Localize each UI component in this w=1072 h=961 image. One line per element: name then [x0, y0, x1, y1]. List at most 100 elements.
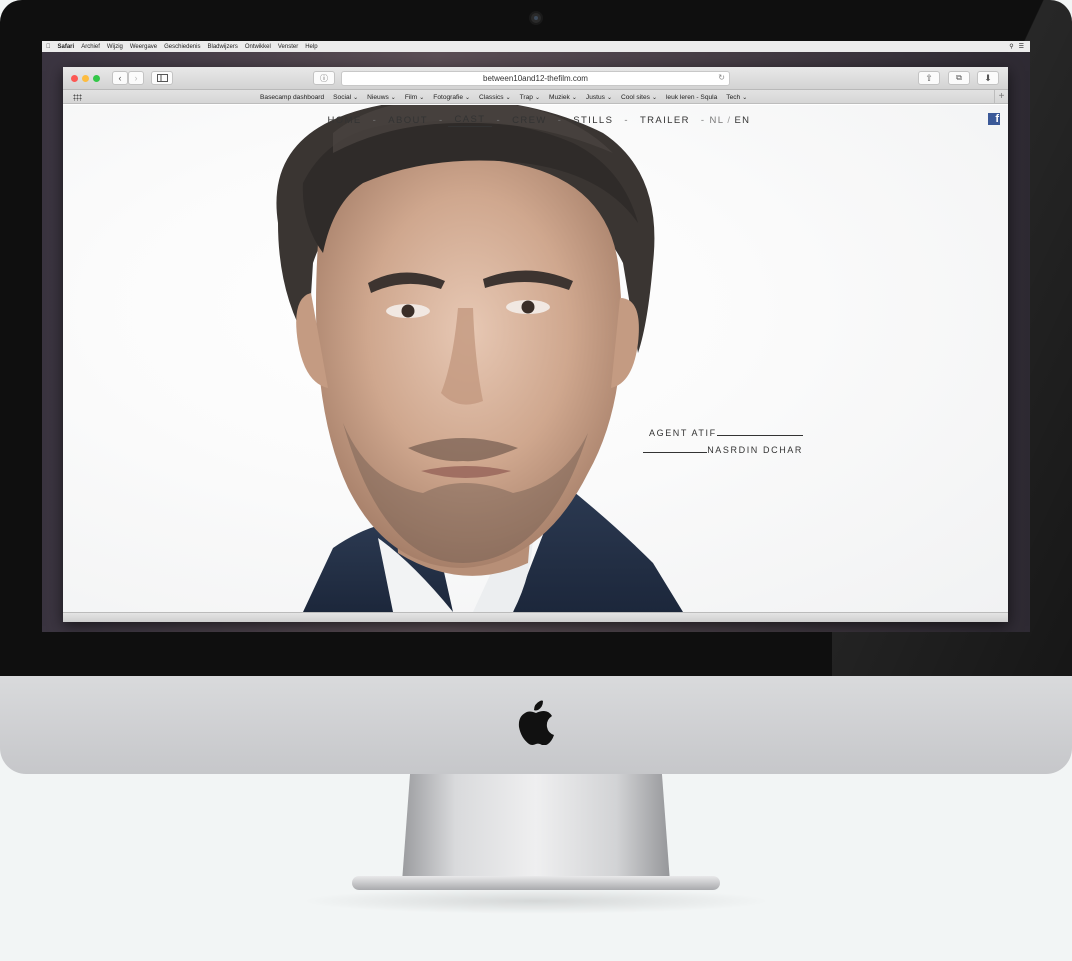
menu-weergave[interactable]: Weergave — [130, 44, 157, 50]
chevron-down-icon: ⌄ — [571, 94, 577, 101]
caption-actor-row: NASRDIN DCHAR — [643, 438, 803, 455]
nav-about[interactable]: ABOUT — [381, 115, 435, 126]
bookmark-item[interactable]: Tech ⌄ — [726, 94, 747, 101]
bookmark-item[interactable]: Nieuws ⌄ — [367, 94, 396, 101]
bookmark-label: Muziek — [548, 93, 570, 101]
menu-help[interactable]: Help — [305, 44, 317, 50]
site-navigation: HOME - ABOUT - CAST - CREW - STILLS - TR… — [63, 114, 1008, 127]
site-info-button[interactable]: ⓘ — [313, 71, 335, 85]
bookmark-label: Fotografie — [433, 93, 463, 101]
nav-separator: - — [624, 115, 629, 126]
menu-venster[interactable]: Venster — [278, 44, 298, 50]
bookmark-item[interactable]: Film ⌄ — [405, 94, 424, 101]
actor-name: NASRDIN DCHAR — [707, 445, 803, 455]
nav-cast[interactable]: CAST — [447, 114, 493, 127]
imac-bezel:  Safari Archief Wijzig Weergave Geschie… — [0, 0, 1072, 676]
new-tab-plus-icon[interactable]: + — [994, 90, 1008, 104]
chevron-down-icon: ⌄ — [651, 94, 657, 101]
chevron-down-icon: ⌄ — [390, 94, 396, 101]
reload-icon[interactable]: ↻ — [718, 73, 725, 82]
nav-separator: - — [496, 115, 502, 126]
zoom-window-button[interactable] — [93, 75, 100, 82]
nav-separator: - — [372, 115, 378, 126]
bookmark-item[interactable]: Classics ⌄ — [479, 94, 511, 101]
character-name: AGENT ATIF — [649, 428, 717, 438]
nav-separator: - — [557, 115, 563, 126]
bookmark-item[interactable]: Cool sites ⌄ — [621, 94, 657, 101]
bookmark-item[interactable]: Social ⌄ — [333, 94, 358, 101]
chevron-down-icon: ⌄ — [353, 94, 359, 101]
info-icon: ⓘ — [320, 73, 328, 83]
chevron-down-icon: ⌄ — [505, 94, 511, 101]
language-separator: / — [727, 115, 732, 126]
chevron-left-icon: ‹ — [118, 73, 122, 83]
web-page: HOME - ABOUT - CAST - CREW - STILLS - TR… — [63, 105, 1008, 612]
address-bar[interactable]: between10and12-thefilm.com ↻ — [341, 71, 730, 86]
close-window-button[interactable] — [71, 75, 78, 82]
bookmark-label: Social — [333, 93, 352, 101]
nav-trailer[interactable]: TRAILER — [633, 115, 697, 126]
chevron-down-icon: ⌄ — [742, 94, 748, 101]
imac-foot — [352, 876, 720, 890]
stand-shadow — [300, 888, 772, 914]
bookmark-item[interactable]: Trap ⌄ — [520, 94, 540, 101]
bookmark-item[interactable]: Fotografie ⌄ — [433, 94, 470, 101]
downloads-button[interactable]: ⬇ — [977, 71, 999, 85]
caption-role-row: AGENT ATIF — [643, 421, 803, 438]
forward-button[interactable]: › — [128, 71, 144, 85]
imac-stand — [402, 774, 670, 882]
actor-portrait-photo — [276, 105, 683, 612]
language-nl[interactable]: NL — [709, 115, 724, 126]
nav-separator: - — [700, 115, 706, 126]
tabs-overview-button[interactable]: ⧉ — [948, 71, 970, 85]
notification-center-icon[interactable]: ☰ — [1019, 43, 1024, 50]
bookmark-item[interactable]: Muziek ⌄ — [549, 94, 577, 101]
bookmark-label: Film — [404, 93, 418, 101]
bookmark-label: Basecamp dashboard — [260, 93, 325, 101]
bookmarks-bar: Basecamp dashboard Social ⌄ Nieuws ⌄ Film ⌄ Fot… — [63, 90, 1008, 104]
menu-geschiedenis[interactable]: Geschiedenis — [164, 44, 200, 50]
bookmark-label: Tech — [726, 93, 741, 101]
bookmark-label: Nieuws — [367, 93, 389, 101]
chevron-down-icon: ⌄ — [419, 94, 425, 101]
bookmark-label: leuk leren - Squla — [665, 93, 718, 101]
safari-window: ‹ › ⓘ between10and12-thefilm.com ↻ ⇧ ⧉ ⬇ — [63, 67, 1008, 622]
nav-stills[interactable]: STILLS — [566, 115, 620, 126]
nav-separator: - — [438, 115, 444, 126]
bookmark-label: Classics — [479, 93, 504, 101]
apple-logo-icon — [518, 700, 554, 745]
camera — [529, 11, 543, 25]
back-button[interactable]: ‹ — [112, 71, 128, 85]
caption-line — [716, 435, 803, 436]
chevron-right-icon: › — [134, 73, 138, 83]
minimize-window-button[interactable] — [82, 75, 89, 82]
browser-status-bar — [63, 612, 1008, 622]
browser-toolbar: ‹ › ⓘ between10and12-thefilm.com ↻ ⇧ ⧉ ⬇ — [63, 67, 1008, 90]
bookmark-item[interactable]: Justus ⌄ — [586, 94, 612, 101]
sidebar-button[interactable] — [151, 71, 173, 85]
share-button[interactable]: ⇧ — [918, 71, 940, 85]
caption-line — [643, 452, 708, 453]
menu-ontwikkel[interactable]: Ontwikkel — [245, 44, 271, 50]
nav-home[interactable]: HOME — [321, 115, 369, 126]
menu-wijzig[interactable]: Wijzig — [107, 44, 123, 50]
menu-safari[interactable]: Safari — [58, 44, 75, 50]
menu-archief[interactable]: Archief — [81, 44, 100, 50]
mac-menubar:  Safari Archief Wijzig Weergave Geschie… — [42, 41, 1030, 52]
imac-mockup:  Safari Archief Wijzig Weergave Geschie… — [0, 0, 1072, 961]
nav-crew[interactable]: CREW — [505, 115, 554, 126]
download-icon: ⬇ — [984, 72, 992, 83]
cast-caption: AGENT ATIF NASRDIN DCHAR — [643, 421, 803, 455]
chevron-down-icon: ⌄ — [606, 94, 612, 101]
bookmark-item[interactable]: leuk leren - Squla — [666, 94, 717, 101]
bookmark-item[interactable]: Basecamp dashboard — [260, 94, 324, 101]
top-sites-grid-icon[interactable] — [73, 94, 82, 101]
language-en[interactable]: EN — [734, 115, 750, 126]
bookmark-label: Cool sites — [620, 93, 650, 101]
imac-screen:  Safari Archief Wijzig Weergave Geschie… — [42, 41, 1030, 632]
apple-menu-icon[interactable]:  — [46, 44, 51, 50]
facebook-icon[interactable]: f — [988, 113, 1000, 125]
chevron-down-icon: ⌄ — [465, 94, 471, 101]
spotlight-icon[interactable]: ⚲ — [1009, 43, 1013, 50]
menu-bladwijzers[interactable]: Bladwijzers — [207, 44, 237, 50]
